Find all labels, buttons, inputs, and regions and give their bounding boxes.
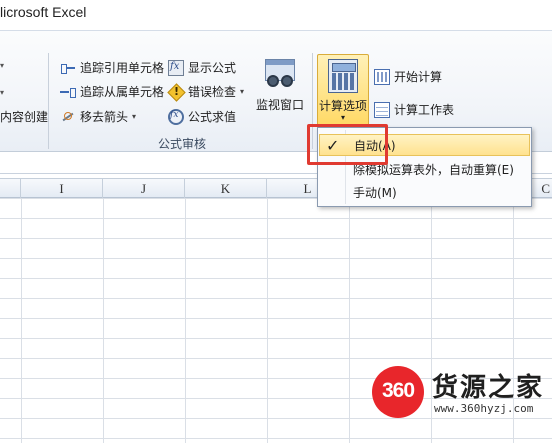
calculate-sheet-icon bbox=[374, 101, 390, 118]
logo-text: 360 bbox=[381, 379, 415, 402]
remove-arrows-icon bbox=[60, 109, 76, 125]
watermark-url: www.360hyzj.com bbox=[434, 402, 534, 415]
watch-window-label: 监视窗口 bbox=[255, 98, 304, 112]
menu-item-manual[interactable]: 手动(M) bbox=[319, 182, 530, 204]
evaluate-formula-button[interactable]: 公式求值 bbox=[168, 108, 236, 125]
annotation-highlight-box bbox=[307, 124, 388, 165]
remove-arrows-button[interactable]: 移去箭头 ▾ bbox=[60, 108, 136, 125]
calculator-icon bbox=[328, 59, 358, 93]
calculate-now-label: 开始计算 bbox=[394, 70, 443, 84]
trace-precedents-label: 追踪引用单元格 bbox=[80, 61, 165, 75]
menu-item-label: 除模拟运算表外，自动重算(E) bbox=[353, 163, 514, 177]
menu-item-label: 手动(M) bbox=[353, 186, 397, 200]
watermark-site-name: 货源之家 bbox=[432, 373, 545, 403]
group-label-formula-auditing: 公式审核 bbox=[158, 137, 207, 151]
show-formulas-icon bbox=[168, 59, 184, 76]
trace-dependents-label: 追踪从属单元格 bbox=[80, 85, 165, 99]
trace-dependents-icon bbox=[60, 84, 76, 100]
trace-precedents-button[interactable]: 追踪引用单元格 bbox=[60, 59, 164, 76]
calculation-options-button[interactable]: 计算选项 ▾ bbox=[317, 54, 369, 126]
calculation-options-label: 计算选项 bbox=[318, 99, 367, 113]
error-checking-label: 错误检查 bbox=[188, 85, 237, 99]
watermark: 360 货源之家 www.360hyzj.com bbox=[368, 364, 552, 424]
remove-arrows-label: 移去箭头 bbox=[80, 110, 129, 124]
watch-window-icon bbox=[263, 57, 297, 91]
show-formulas-label: 显示公式 bbox=[188, 61, 237, 75]
calculate-now-icon bbox=[374, 68, 390, 85]
window-title: licrosoft Excel bbox=[0, 4, 87, 20]
dropdown-arrow-icon[interactable]: ▾ bbox=[0, 88, 4, 97]
group-separator bbox=[48, 53, 49, 149]
trace-dependents-button[interactable]: 追踪从属单元格 bbox=[60, 83, 164, 100]
title-bar: licrosoft Excel bbox=[0, 0, 552, 30]
column-header-i[interactable]: I bbox=[21, 179, 103, 198]
chevron-down-icon: ▾ bbox=[240, 87, 245, 96]
dropdown-arrow-icon[interactable]: ▾ bbox=[0, 61, 4, 70]
warning-icon bbox=[168, 84, 184, 100]
watch-window-button[interactable]: 监视窗口 bbox=[254, 57, 306, 113]
column-header-k[interactable]: K bbox=[185, 179, 267, 198]
evaluate-formula-icon bbox=[168, 108, 184, 125]
error-checking-button[interactable]: 错误检查 ▾ bbox=[168, 83, 244, 100]
evaluate-formula-label: 公式求值 bbox=[188, 110, 237, 124]
calculate-now-button[interactable]: 开始计算 bbox=[374, 68, 442, 85]
calculate-sheet-button[interactable]: 计算工作表 bbox=[374, 101, 454, 118]
chevron-down-icon: ▾ bbox=[340, 113, 345, 122]
column-header-partial[interactable] bbox=[0, 179, 21, 198]
calculate-sheet-label: 计算工作表 bbox=[394, 103, 455, 117]
show-formulas-button[interactable]: 显示公式 bbox=[168, 59, 236, 76]
trace-precedents-icon bbox=[60, 60, 76, 76]
left-partial-label[interactable]: 内容创建 bbox=[0, 108, 48, 125]
column-header-j[interactable]: J bbox=[103, 179, 185, 198]
chevron-down-icon: ▾ bbox=[132, 112, 137, 121]
